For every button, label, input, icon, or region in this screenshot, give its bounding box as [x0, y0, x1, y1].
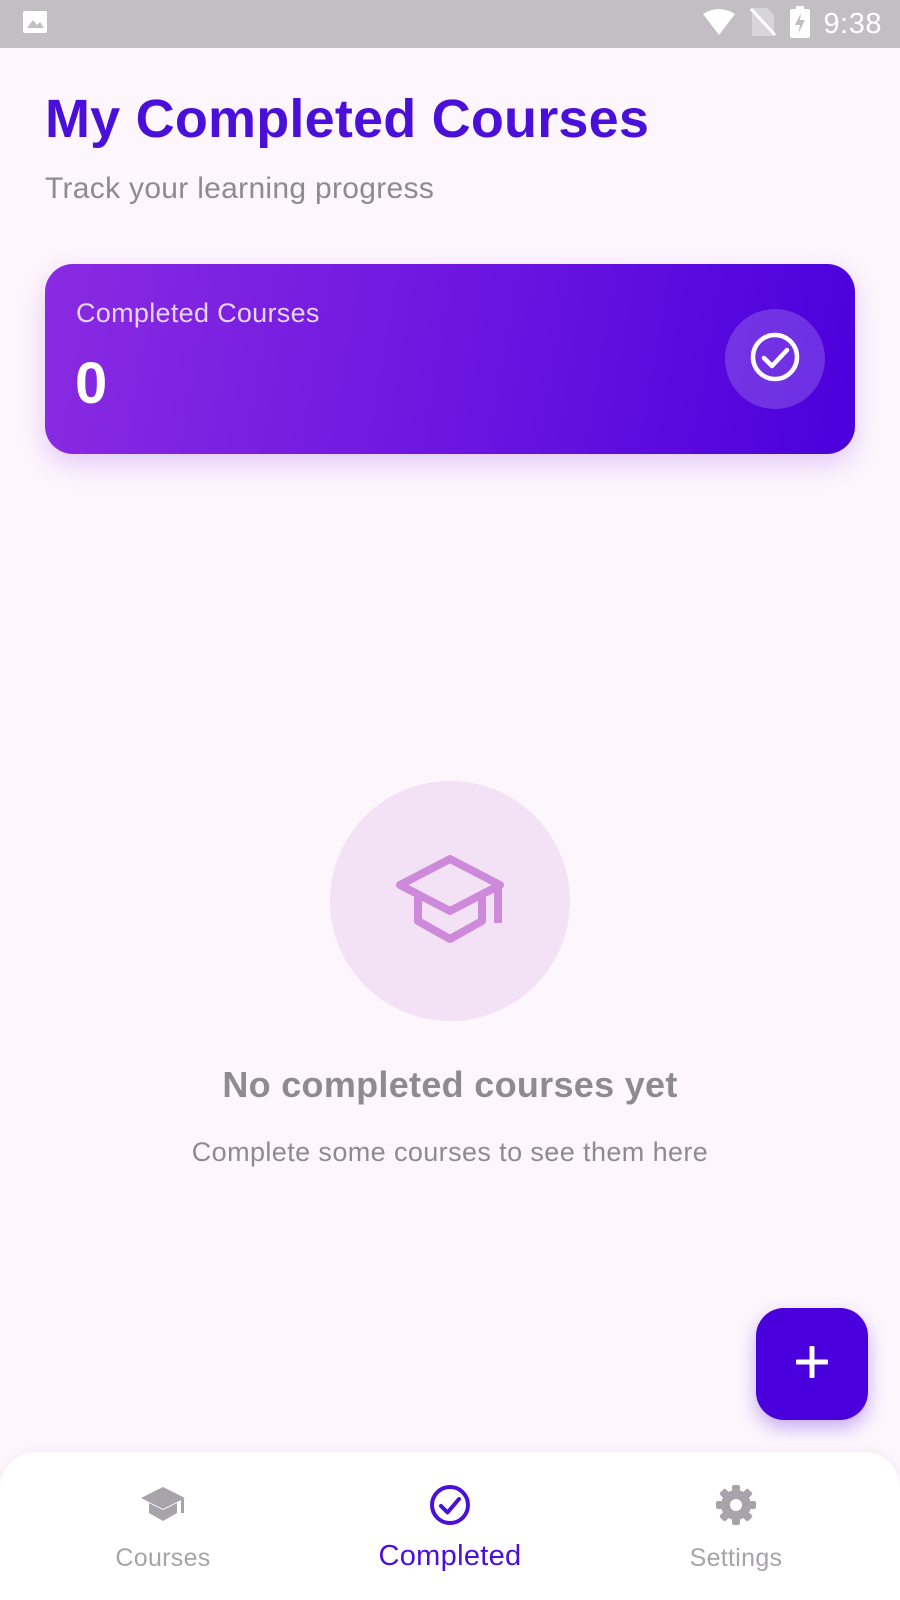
- wifi-icon: [702, 8, 736, 41]
- nav-item-completed[interactable]: Completed: [300, 1452, 600, 1600]
- check-circle-icon: [749, 331, 801, 388]
- graduation-cap-icon: [140, 1486, 186, 1529]
- no-sim-icon: [749, 7, 776, 42]
- stat-value: 0: [75, 351, 108, 416]
- bottom-navigation: Courses Completed Settings: [0, 1452, 900, 1600]
- empty-state-title: No completed courses yet: [222, 1064, 678, 1105]
- status-bar-right: 9:38: [702, 5, 882, 43]
- page-subtitle: Track your learning progress: [45, 172, 435, 205]
- nav-label-courses: Courses: [115, 1544, 211, 1572]
- completed-count-card: Completed Courses 0: [45, 264, 855, 454]
- plus-icon: [794, 1344, 830, 1385]
- page-header: My Completed Courses Track your learning…: [45, 88, 649, 206]
- add-course-button[interactable]: [756, 1308, 868, 1420]
- nav-label-completed: Completed: [378, 1540, 522, 1572]
- status-bar-left: [22, 10, 48, 39]
- check-circle-icon: [428, 1483, 472, 1532]
- image-icon: [22, 10, 48, 39]
- gear-icon: [714, 1483, 758, 1532]
- status-time: 9:38: [823, 7, 882, 40]
- stat-icon-badge: [725, 309, 825, 409]
- nav-label-settings: Settings: [689, 1544, 783, 1572]
- battery-charging-icon: [789, 5, 810, 43]
- status-bar: 9:38: [0, 0, 900, 48]
- page-title: My Completed Courses: [45, 89, 650, 149]
- empty-state-subtitle: Complete some courses to see them here: [191, 1137, 709, 1167]
- graduation-cap-icon: [394, 853, 506, 950]
- empty-state-illustration: [330, 781, 570, 1021]
- nav-item-settings[interactable]: Settings: [586, 1452, 886, 1600]
- nav-item-courses[interactable]: Courses: [13, 1452, 313, 1600]
- stat-label: Completed Courses: [76, 298, 320, 328]
